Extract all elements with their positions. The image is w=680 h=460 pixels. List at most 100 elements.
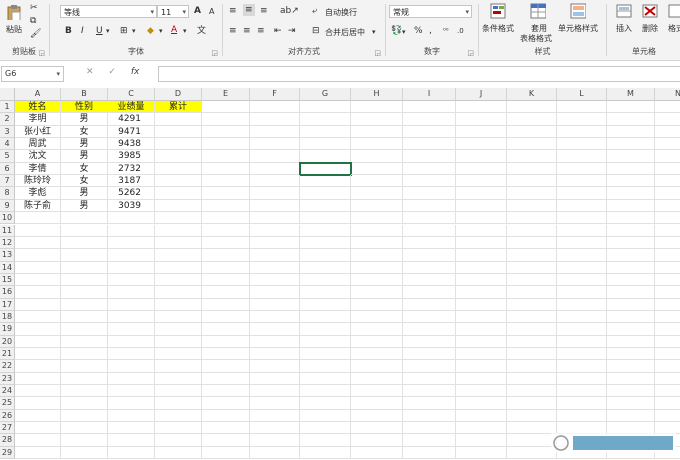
cell-J3[interactable] — [456, 125, 507, 139]
cell-J10[interactable] — [456, 212, 507, 225]
cell-L18[interactable] — [557, 310, 607, 324]
row-header-2[interactable]: 2 — [0, 113, 15, 126]
cell-K19[interactable] — [507, 323, 557, 336]
clipboard-launcher-icon[interactable]: ◲ — [38, 49, 45, 57]
cell-B5[interactable]: 男 — [61, 150, 108, 163]
cell-M11[interactable] — [607, 224, 655, 237]
cell-E18[interactable] — [202, 310, 250, 324]
cell-G28[interactable] — [300, 434, 351, 447]
row-header-10[interactable]: 10 — [0, 212, 15, 225]
cell-M15[interactable] — [607, 273, 655, 287]
cell-G4[interactable] — [300, 138, 351, 151]
column-header-I[interactable]: I — [403, 88, 456, 101]
cell-J6[interactable] — [456, 162, 507, 176]
cell-M8[interactable] — [607, 187, 655, 200]
cell-B12[interactable] — [61, 236, 108, 250]
cell-H6[interactable] — [351, 162, 403, 176]
cell-M24[interactable] — [607, 385, 655, 398]
decrease-decimal-icon[interactable]: .0 — [457, 25, 464, 37]
cell-D25[interactable] — [155, 397, 202, 410]
phonetic-icon[interactable]: 文 — [197, 25, 206, 37]
insert-cells-icon[interactable] — [616, 3, 632, 19]
cell-C19[interactable] — [108, 323, 155, 336]
cell-L4[interactable] — [557, 138, 607, 151]
cell-N2[interactable] — [655, 113, 680, 126]
align-middle-icon[interactable]: ≡ — [243, 4, 255, 16]
cell-G5[interactable] — [300, 150, 351, 163]
cell-E15[interactable] — [202, 273, 250, 287]
cell-C18[interactable] — [108, 310, 155, 324]
cell-M7[interactable] — [607, 175, 655, 188]
cell-G17[interactable] — [300, 298, 351, 311]
cell-I18[interactable] — [403, 310, 456, 324]
column-header-E[interactable]: E — [202, 88, 250, 101]
align-center-icon[interactable]: ≡ — [243, 25, 251, 37]
number-format-select[interactable]: 常规 ▾ — [389, 5, 472, 18]
cell-E12[interactable] — [202, 236, 250, 250]
cell-E4[interactable] — [202, 138, 250, 151]
cell-I2[interactable] — [403, 113, 456, 126]
chevron-down-icon[interactable]: ▾ — [106, 25, 110, 37]
cell-J11[interactable] — [456, 224, 507, 237]
cell-H15[interactable] — [351, 273, 403, 287]
font-color-button[interactable]: A — [171, 24, 177, 36]
cell-J28[interactable] — [456, 434, 507, 447]
cell-B11[interactable] — [61, 224, 108, 237]
cell-B14[interactable] — [61, 261, 108, 274]
cell-F4[interactable] — [250, 138, 300, 151]
cell-N12[interactable] — [655, 237, 680, 250]
cell-F28[interactable] — [250, 434, 300, 447]
cell-K14[interactable] — [507, 261, 557, 274]
shrink-font-button[interactable]: A — [209, 6, 214, 18]
cell-G21[interactable] — [300, 348, 351, 361]
chevron-down-icon[interactable]: ▾ — [132, 25, 136, 37]
cell-B2[interactable]: 男 — [61, 113, 108, 126]
chevron-down-icon[interactable]: ▾ — [402, 26, 406, 38]
cell-I3[interactable] — [403, 125, 456, 139]
cell-N21[interactable] — [655, 348, 680, 361]
cell-C23[interactable] — [108, 372, 155, 386]
cell-F6[interactable] — [250, 162, 300, 176]
cell-K20[interactable] — [507, 335, 557, 348]
cell-L15[interactable] — [557, 273, 607, 287]
cell-C14[interactable] — [108, 261, 155, 274]
cell-E27[interactable] — [202, 422, 250, 435]
cell-E1[interactable] — [202, 101, 250, 114]
cell-F26[interactable] — [250, 409, 300, 423]
cell-H13[interactable] — [351, 249, 403, 262]
cell-I20[interactable] — [403, 335, 456, 348]
cell-A23[interactable] — [15, 372, 61, 386]
cell-G7[interactable] — [300, 175, 351, 188]
paste-icon[interactable] — [6, 4, 22, 20]
copy-icon[interactable]: ⧉ — [30, 15, 36, 27]
row-header-19[interactable]: 19 — [0, 323, 15, 336]
cell-I28[interactable] — [403, 434, 456, 447]
cell-E7[interactable] — [202, 175, 250, 188]
cell-J2[interactable] — [456, 113, 507, 126]
cell-K17[interactable] — [507, 298, 557, 311]
cell-I1[interactable] — [403, 101, 456, 114]
cell-E29[interactable] — [202, 446, 250, 460]
cell-D19[interactable] — [155, 323, 202, 336]
cell-G10[interactable] — [300, 212, 351, 225]
cell-A26[interactable] — [15, 409, 61, 423]
cell-L24[interactable] — [557, 385, 607, 398]
cell-K15[interactable] — [507, 273, 557, 287]
cell-H10[interactable] — [351, 212, 403, 225]
fill-color-icon[interactable]: ◆ — [147, 25, 154, 37]
cell-H1[interactable] — [351, 101, 403, 114]
cell-A22[interactable] — [15, 360, 61, 373]
cell-D2[interactable] — [155, 113, 202, 126]
cell-A28[interactable] — [15, 434, 61, 447]
cell-B23[interactable] — [61, 372, 108, 386]
cell-D23[interactable] — [155, 372, 202, 386]
cell-D26[interactable] — [155, 409, 202, 423]
cell-L7[interactable] — [557, 175, 607, 188]
cell-F10[interactable] — [250, 212, 300, 225]
cell-E11[interactable] — [202, 224, 250, 237]
cell-N25[interactable] — [655, 397, 680, 410]
cell-C28[interactable] — [108, 434, 155, 447]
cell-C12[interactable] — [108, 236, 155, 250]
cell-G26[interactable] — [300, 409, 351, 423]
cell-H29[interactable] — [351, 446, 403, 460]
